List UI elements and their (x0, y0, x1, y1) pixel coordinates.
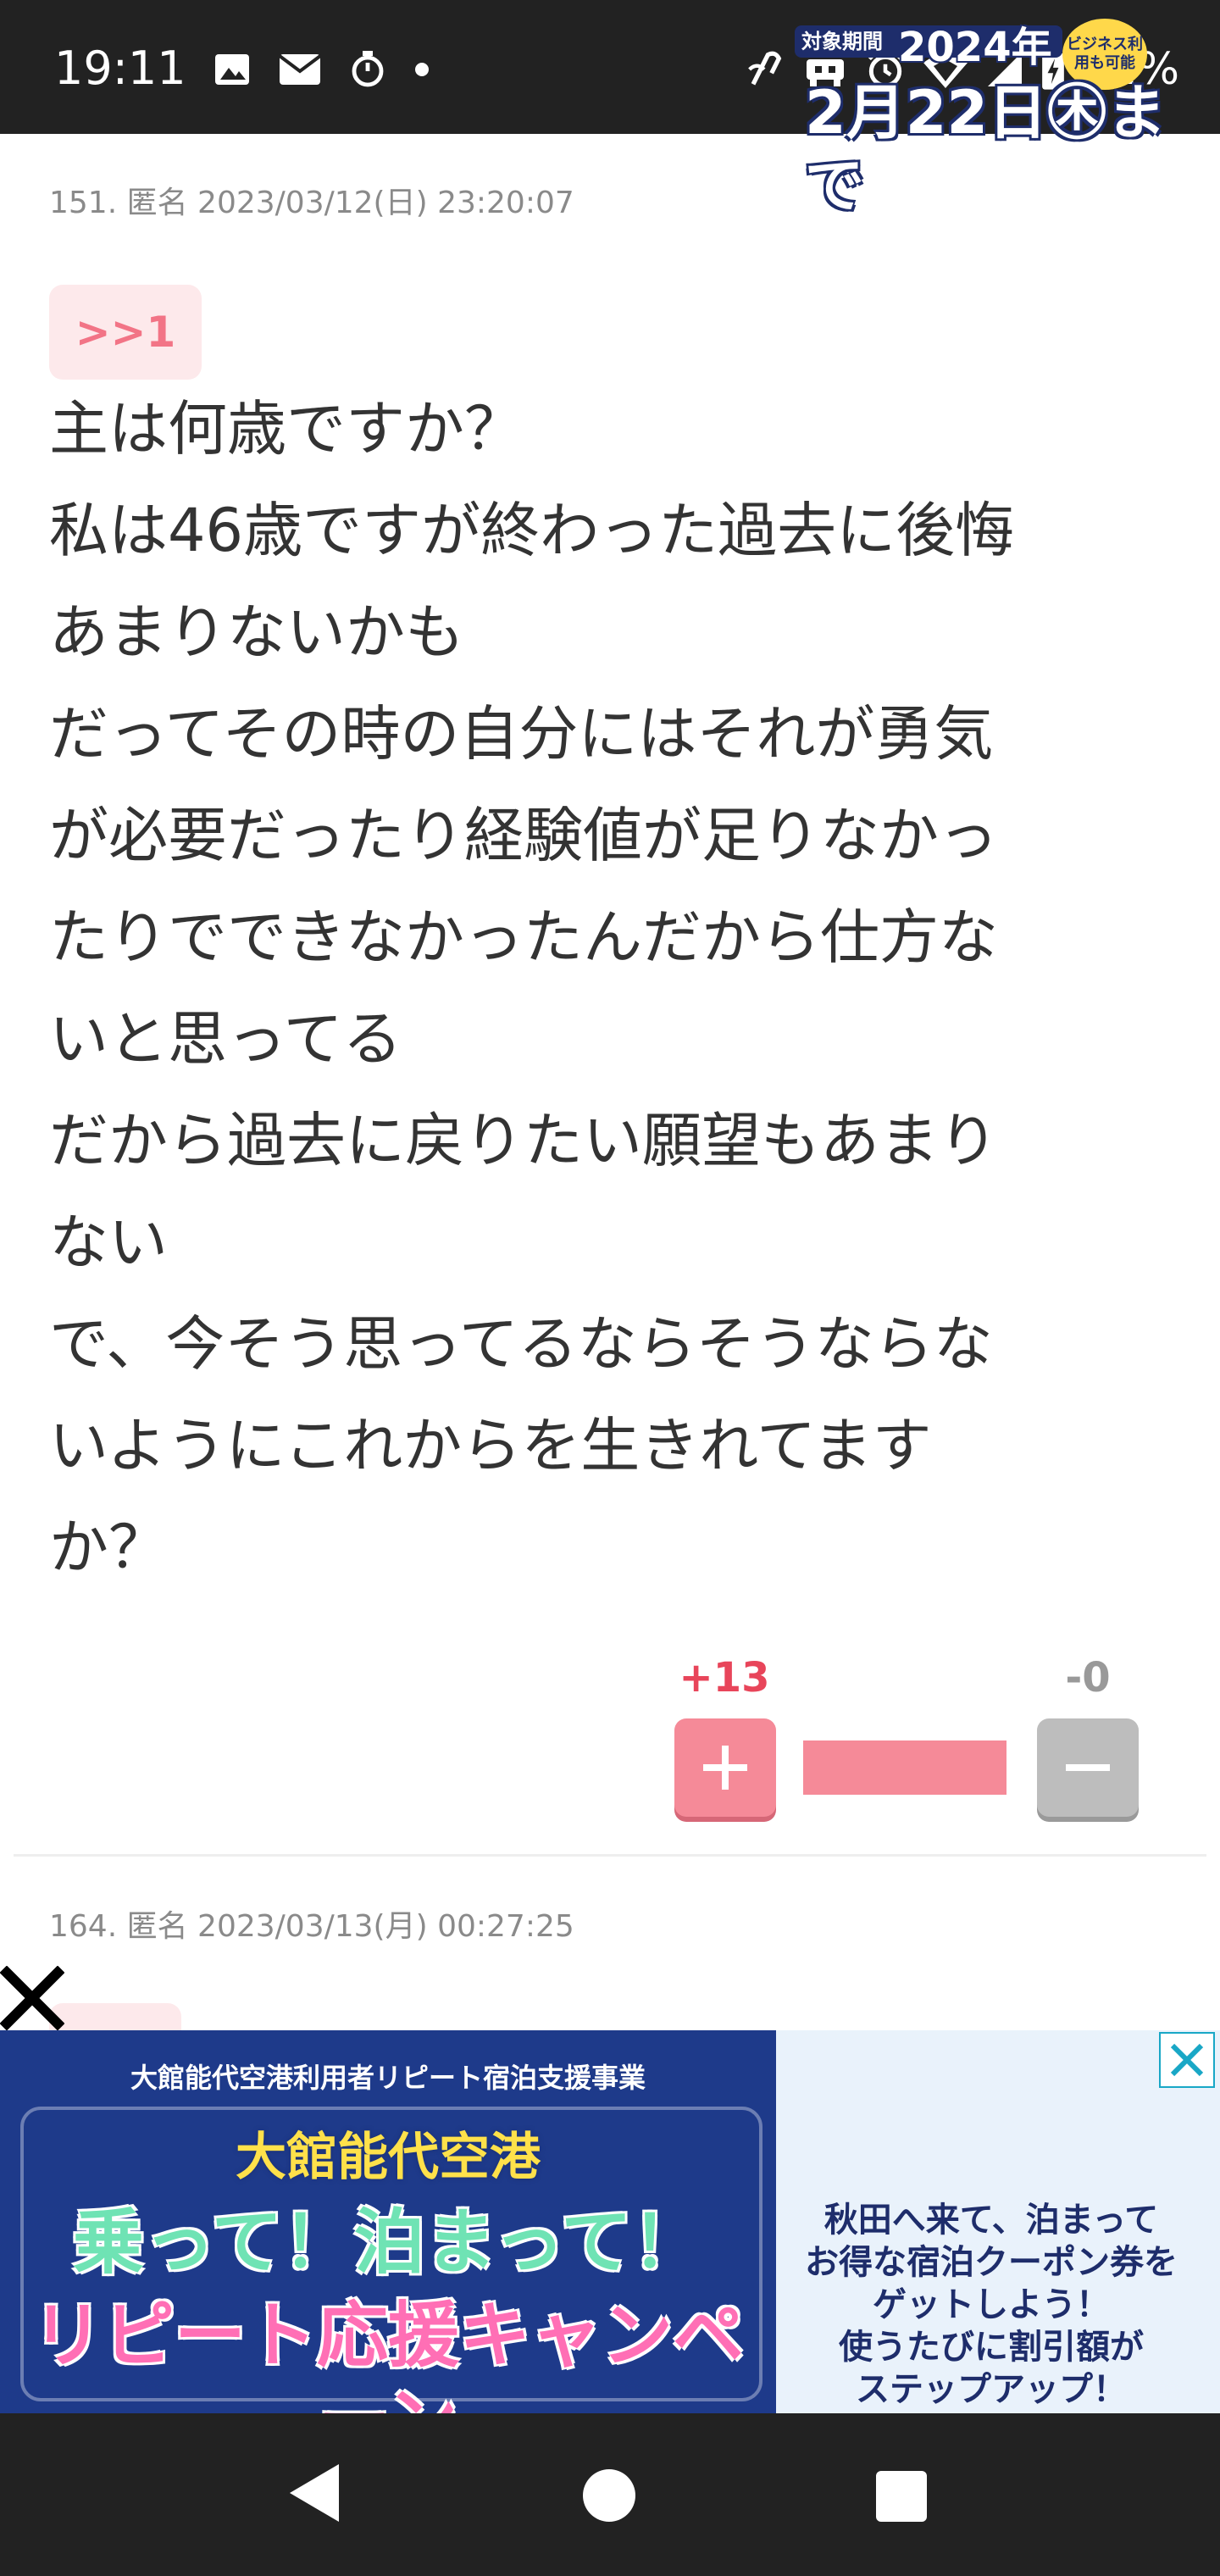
post-body-line: たりでできなかったんだから仕方な (49, 902, 998, 972)
post-body-line: いと思ってる (49, 1004, 402, 1074)
status-time: 19:11 (54, 42, 186, 95)
back-button[interactable] (286, 2461, 342, 2529)
back-icon (290, 2464, 339, 2522)
close-icon (1170, 2043, 1204, 2077)
ad-deadline-date: 2月22日㊍まで (805, 78, 1167, 220)
ad-right-line: お得な宿泊クーポン券を (805, 2243, 1178, 2282)
ad-right-line: ゲットしよう！ (873, 2285, 1110, 2324)
post-body-line: で、今そう思ってるならそうならな (49, 1309, 993, 1379)
ad-topline: 大館能代空港利用者リピート宿泊支援事業 (130, 2062, 646, 2094)
plus-vote-button[interactable] (674, 1718, 776, 1817)
post-body: 主は何歳ですか？ 私は46歳ですが終わった過去に後悔 あまりないかも だってその… (49, 378, 1184, 1598)
ad-right-line: ステップアップ！ (856, 2370, 1127, 2409)
nfc-icon (742, 47, 786, 92)
ad-dismiss-button[interactable] (0, 1965, 65, 2031)
post-body-line: いようにこれからを生きれてます (49, 1411, 932, 1480)
ad-airport-name: 大館能代空港 (236, 2128, 541, 2187)
au-mail-icon (278, 51, 322, 88)
ad-catchphrase: 乗って！泊まって！ (72, 2201, 704, 2284)
ad-right-line: 秋田へ来て、泊まって (824, 2201, 1159, 2240)
vote-ratio-fill (803, 1740, 1006, 1795)
next-post-meta: 164. 匿名 2023/03/13(月) 00:27:25 (49, 1909, 574, 1944)
ad-year: 2024年 (898, 24, 1052, 71)
stopwatch-icon (347, 49, 388, 90)
image-icon (212, 49, 252, 90)
ad-right-line: 使うたびに割引額が (839, 2328, 1144, 2367)
minus-vote-button[interactable] (1037, 1718, 1139, 1817)
minus-icon (1066, 1764, 1110, 1771)
post-body-line: か？ (49, 1513, 168, 1582)
ad-close-button[interactable] (1159, 2032, 1215, 2088)
post-body-line: だから過去に戻りたい願望もあまり (49, 1106, 998, 1175)
post-body-line: ない (49, 1208, 168, 1277)
dot-icon (413, 61, 430, 78)
plus-icon (703, 1746, 747, 1790)
next-post-anchor[interactable] (49, 2003, 181, 2032)
recents-button[interactable] (876, 2471, 927, 2522)
post-body-line: 私は46歳ですが終わった過去に後悔 (49, 496, 1015, 565)
reply-anchor-link[interactable]: >>1 (49, 285, 202, 380)
home-button[interactable] (583, 2469, 635, 2522)
ad-campaign-name: リピート応援キャンペーン (31, 2294, 744, 2413)
ad-left-panel: 大館能代空港利用者リピート宿泊支援事業 大館能代空港 乗って！泊まって！ リピー… (0, 2030, 776, 2413)
post-body-line: あまりないかも (49, 597, 464, 667)
post-body-line: が必要だったり経験値が足りなかっ (49, 801, 998, 870)
notification-icons (212, 42, 430, 97)
close-icon (0, 1965, 65, 2031)
post-body-line: 主は何歳ですか？ (49, 394, 524, 464)
post-divider (14, 1854, 1206, 1857)
post-body-line: だってその時の自分にはそれが勇気 (49, 699, 994, 769)
plus-vote-count: +13 (679, 1654, 770, 1702)
minus-vote-count: -0 (1065, 1654, 1111, 1702)
